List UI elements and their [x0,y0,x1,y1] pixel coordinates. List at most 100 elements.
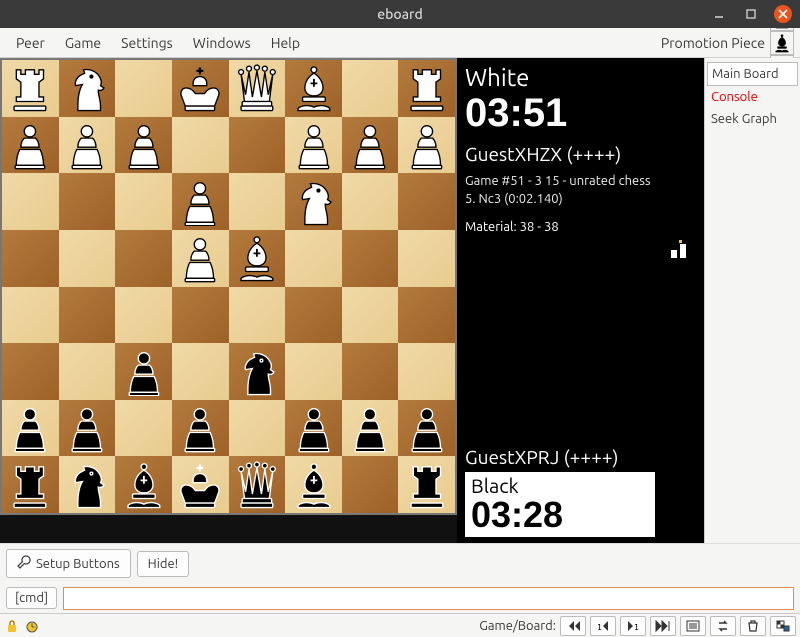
cmd-label-button[interactable]: [cmd] [6,587,57,609]
black-p-piece[interactable] [402,403,452,453]
square-3-2[interactable] [115,230,172,287]
black-b-piece[interactable] [289,460,339,510]
white-q-piece[interactable] [232,63,282,113]
square-7-1[interactable] [59,456,116,513]
black-n-piece[interactable] [232,347,282,397]
hide-button[interactable]: Hide! [137,551,190,577]
square-4-1[interactable] [59,287,116,344]
nav-next-button[interactable]: 1 [620,616,646,636]
square-6-0[interactable] [2,400,59,457]
white-b-piece[interactable] [289,63,339,113]
square-2-6[interactable] [342,173,399,230]
promotion-bishop-button[interactable] [770,31,794,55]
square-0-7[interactable] [398,60,455,117]
black-n-piece[interactable] [62,460,112,510]
square-2-7[interactable] [398,173,455,230]
black-p-piece[interactable] [62,403,112,453]
square-1-7[interactable] [398,117,455,174]
square-5-4[interactable] [229,343,286,400]
square-7-0[interactable] [2,456,59,513]
square-6-7[interactable] [398,400,455,457]
square-5-7[interactable] [398,343,455,400]
square-4-2[interactable] [115,287,172,344]
square-1-6[interactable] [342,117,399,174]
black-r-piece[interactable] [402,460,452,510]
square-0-5[interactable] [285,60,342,117]
square-3-3[interactable] [172,230,229,287]
white-p-piece[interactable] [175,177,225,227]
tab-main-board[interactable]: Main Board [707,62,798,86]
square-3-6[interactable] [342,230,399,287]
flip-board-button[interactable] [710,616,736,636]
square-4-4[interactable] [229,287,286,344]
square-7-6[interactable] [342,456,399,513]
square-2-3[interactable] [172,173,229,230]
square-5-1[interactable] [59,343,116,400]
square-6-5[interactable] [285,400,342,457]
square-5-2[interactable] [115,343,172,400]
white-n-piece[interactable] [62,63,112,113]
square-1-5[interactable] [285,117,342,174]
square-2-5[interactable] [285,173,342,230]
nav-prev-button[interactable]: 1 [590,616,616,636]
square-6-3[interactable] [172,400,229,457]
square-4-5[interactable] [285,287,342,344]
trash-button[interactable] [740,616,766,636]
square-1-0[interactable] [2,117,59,174]
movelist-button[interactable] [680,616,706,636]
chess-board[interactable] [0,58,457,515]
square-6-6[interactable] [342,400,399,457]
square-4-7[interactable] [398,287,455,344]
square-5-5[interactable] [285,343,342,400]
nav-last-button[interactable] [650,616,676,636]
board-settings-button[interactable] [770,616,796,636]
square-2-4[interactable] [229,173,286,230]
square-7-2[interactable] [115,456,172,513]
white-p-piece[interactable] [402,120,452,170]
square-4-6[interactable] [342,287,399,344]
square-3-0[interactable] [2,230,59,287]
white-n-piece[interactable] [289,177,339,227]
square-1-4[interactable] [229,117,286,174]
square-3-7[interactable] [398,230,455,287]
square-2-0[interactable] [2,173,59,230]
black-p-piece[interactable] [175,403,225,453]
black-p-piece[interactable] [289,403,339,453]
black-p-piece[interactable] [119,347,169,397]
square-7-7[interactable] [398,456,455,513]
menu-settings[interactable]: Settings [111,31,183,55]
square-4-3[interactable] [172,287,229,344]
square-0-6[interactable] [342,60,399,117]
white-p-piece[interactable] [5,120,55,170]
square-7-4[interactable] [229,456,286,513]
square-3-5[interactable] [285,230,342,287]
white-r-piece[interactable] [5,63,55,113]
white-r-piece[interactable] [402,63,452,113]
tab-seek-graph[interactable]: Seek Graph [707,108,798,130]
square-0-1[interactable] [59,60,116,117]
square-2-2[interactable] [115,173,172,230]
square-7-3[interactable] [172,456,229,513]
square-4-0[interactable] [2,287,59,344]
menu-game[interactable]: Game [55,31,111,55]
white-b-piece[interactable] [232,233,282,283]
white-p-piece[interactable] [62,120,112,170]
black-b-piece[interactable] [119,460,169,510]
black-q-piece[interactable] [232,460,282,510]
square-0-2[interactable] [115,60,172,117]
square-0-3[interactable] [172,60,229,117]
square-5-3[interactable] [172,343,229,400]
tab-console[interactable]: Console [707,86,798,108]
white-k-piece[interactable] [175,63,225,113]
white-p-piece[interactable] [175,233,225,283]
black-r-piece[interactable] [5,460,55,510]
window-maximize-button[interactable] [742,5,760,23]
window-close-button[interactable] [774,5,792,23]
square-0-0[interactable] [2,60,59,117]
white-p-piece[interactable] [345,120,395,170]
menu-windows[interactable]: Windows [183,31,261,55]
nav-first-button[interactable] [560,616,586,636]
square-3-1[interactable] [59,230,116,287]
white-p-piece[interactable] [119,120,169,170]
square-5-0[interactable] [2,343,59,400]
